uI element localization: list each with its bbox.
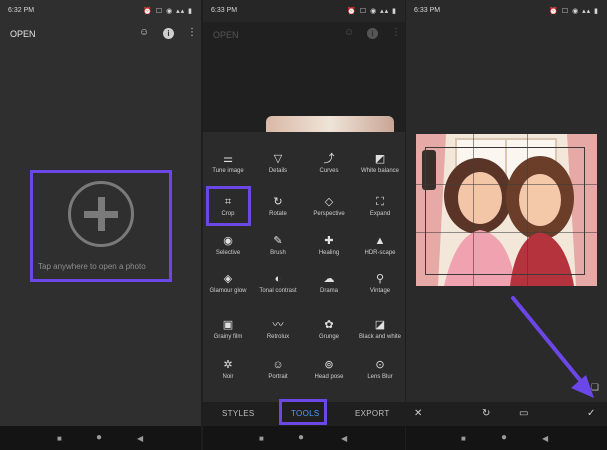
arrow-annotation — [511, 296, 594, 398]
